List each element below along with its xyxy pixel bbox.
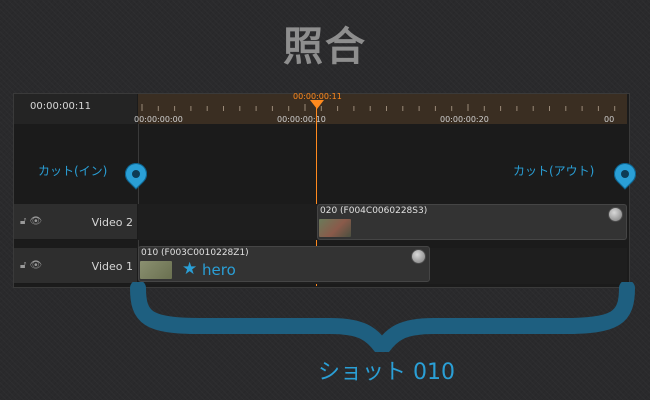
track-name: Video 1 (91, 260, 133, 273)
ruler-label-0: 00:00:00:00 (134, 115, 183, 124)
clip-thumbnail (319, 219, 351, 237)
clip-name: 020 (F004C0060228S3) (320, 206, 428, 216)
shot-range-brace (130, 282, 635, 352)
shot-label: ショット 010 (318, 360, 455, 385)
timeline-ruler[interactable] (138, 94, 627, 124)
hero-tag: hero (202, 261, 236, 279)
globe-icon (411, 249, 426, 264)
track-name: Video 2 (91, 216, 133, 229)
clip-010[interactable]: 010 (F003C0010228Z1) ★ hero (138, 246, 430, 282)
clip-020[interactable]: 020 (F004C0060228S3) (317, 204, 627, 240)
clip-thumbnail (140, 261, 172, 279)
playhead-handle-icon[interactable] (310, 100, 324, 109)
lock-eye-icons[interactable]: 🔓︎👁︎ (20, 216, 45, 227)
star-icon: ★ (182, 259, 198, 279)
ruler-ticks (141, 104, 616, 111)
ruler-label-end: 00 (604, 115, 615, 124)
track-header-video-2[interactable]: 🔓︎👁︎ Video 2 (14, 204, 137, 240)
page-title: 照合 (283, 24, 367, 70)
timecode-display: 00:00:00:11 (14, 94, 137, 124)
cut-out-label: カット(アウト) (513, 164, 595, 178)
clip-name: 010 (F003C0010228Z1) (141, 248, 249, 258)
globe-icon (608, 207, 623, 222)
ruler-label-20: 00:00:00:20 (440, 115, 489, 124)
lock-eye-icons[interactable]: 🔓︎👁︎ (20, 260, 45, 271)
track-header-video-1[interactable]: 🔓︎👁︎ Video 1 (14, 248, 137, 284)
cut-in-label: カット(イン) (38, 164, 108, 178)
ruler-label-10: 00:00:00:10 (277, 115, 326, 124)
